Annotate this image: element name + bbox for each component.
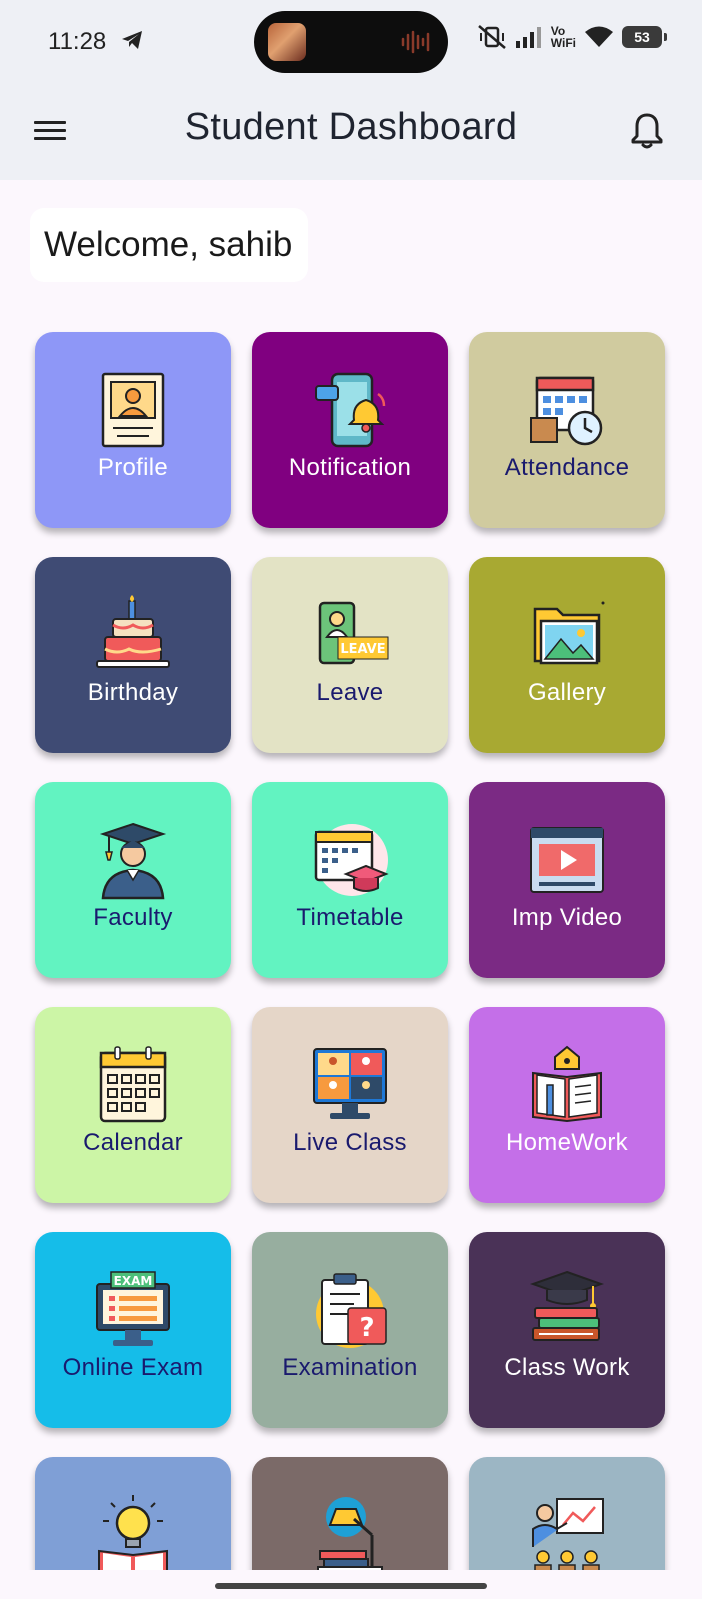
signal-icon [515, 27, 541, 48]
leave-card-icon: LEAVE [318, 601, 389, 665]
status-time: 11:28 [48, 28, 107, 55]
welcome-message: Welcome, sahib [30, 208, 308, 282]
tile-imp-video[interactable]: Imp Video [469, 782, 665, 978]
lightbulb-book-icon [98, 1495, 168, 1575]
app-bar: Student Dashboard [0, 88, 702, 180]
tile-label: Profile [97, 454, 169, 481]
audio-wave-icon [401, 30, 430, 54]
tile-homework[interactable]: HomeWork [469, 1007, 665, 1203]
exam-monitor-icon: EXAM [96, 1271, 170, 1346]
vibrate-off-icon [477, 25, 506, 49]
tile-profile[interactable]: Profile [35, 332, 231, 528]
battery-indicator: 53 [622, 26, 667, 48]
video-conference-icon [313, 1048, 387, 1119]
tile-class-work[interactable]: Class Work [469, 1232, 665, 1428]
media-thumbnail [268, 23, 306, 61]
teacher-board-icon [532, 1498, 604, 1574]
tile-birthday[interactable]: Birthday [35, 557, 231, 753]
tile-label: Attendance [504, 454, 630, 481]
tile-label: Class Work [504, 1354, 630, 1381]
tile-label: Faculty [93, 904, 173, 931]
tile-timetable[interactable]: Timetable [252, 782, 448, 978]
tile-calendar[interactable]: Calendar [35, 1007, 231, 1203]
calendar-icon [99, 1046, 167, 1123]
tile-attendance[interactable]: Attendance [469, 332, 665, 528]
tile-label: Live Class [293, 1129, 407, 1156]
desk-lamp-books-icon [317, 1497, 383, 1574]
tile-faculty[interactable]: Faculty [35, 782, 231, 978]
books-cap-icon [529, 1270, 605, 1341]
tile-label: HomeWork [506, 1129, 628, 1156]
tile-examination[interactable]: ? Examination [252, 1232, 448, 1428]
tile-label: Gallery [527, 679, 607, 706]
telegram-icon [122, 31, 142, 49]
tile-label: Leave [316, 679, 384, 706]
tile-leave[interactable]: LEAVE Leave [252, 557, 448, 753]
wifi-icon [585, 26, 613, 47]
page-title: Student Dashboard [184, 106, 518, 148]
video-player-icon [530, 827, 604, 893]
book-home-icon [532, 1045, 602, 1123]
vowifi-bottom: WiFi [550, 36, 576, 50]
calendar-clock-icon [530, 376, 603, 446]
tile-live-class[interactable]: Live Class [252, 1007, 448, 1203]
tile-gallery[interactable]: Gallery [469, 557, 665, 753]
tile-label: Notification [288, 454, 412, 481]
svg-text:?: ? [359, 1313, 374, 1343]
phone-bell-icon [315, 372, 386, 448]
calendar-cap-icon [314, 824, 389, 896]
tile-online-exam[interactable]: EXAM Online Exam [35, 1232, 231, 1428]
profile-card-icon [101, 372, 165, 448]
bell-icon[interactable] [630, 112, 664, 150]
photo-folder-icon [533, 601, 605, 665]
tile-label: Imp Video [511, 904, 623, 931]
tile-label: Online Exam [62, 1354, 204, 1381]
dashboard-grid: Profile Notification Attendance Birthday… [35, 332, 665, 1599]
svg-text:EXAM: EXAM [114, 1274, 153, 1288]
svg-text:LEAVE: LEAVE [340, 642, 385, 657]
tile-label: Birthday [87, 679, 179, 706]
tile-label: Examination [282, 1354, 418, 1381]
clipboard-question-icon: ? [316, 1273, 387, 1348]
vowifi-indicator: Vo WiFi [551, 25, 576, 49]
birthday-cake-icon [96, 595, 170, 668]
status-bar: 11:28 Vo WiFi 53 [0, 0, 702, 88]
home-indicator[interactable] [215, 1583, 487, 1589]
tile-notification[interactable]: Notification [252, 332, 448, 528]
tile-label: Timetable [296, 904, 404, 931]
dynamic-island [254, 11, 448, 73]
graduate-icon [99, 822, 167, 900]
tile-label: Calendar [83, 1129, 183, 1156]
